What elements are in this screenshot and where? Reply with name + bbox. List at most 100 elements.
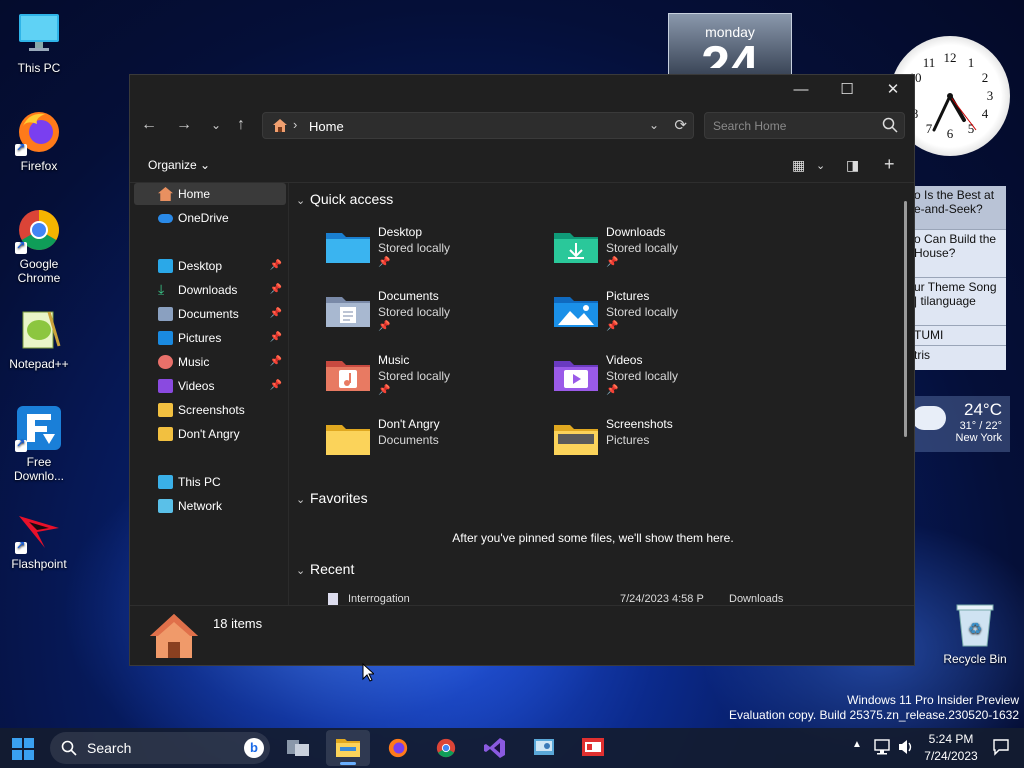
- sidebar-item-music[interactable]: Music 📌: [134, 351, 286, 373]
- sidebar-item-documents[interactable]: Documents 📌: [134, 303, 286, 325]
- breadcrumb-home[interactable]: Home: [309, 119, 344, 134]
- rss-item[interactable]: o Can Build the House?: [908, 230, 1006, 278]
- desktop-icon-this-pc[interactable]: This PC: [4, 10, 74, 75]
- up-button[interactable]: ↑: [228, 113, 254, 137]
- taskbar-task-view[interactable]: [276, 730, 320, 766]
- pane-divider[interactable]: [288, 183, 289, 607]
- taskbar-firefox[interactable]: [376, 730, 420, 766]
- desktop-icon-firefox[interactable]: Firefox: [4, 108, 74, 173]
- svg-text:12: 12: [944, 50, 957, 65]
- tile-name: Videos: [606, 353, 643, 367]
- quick-access-pictures[interactable]: Pictures Stored locally 📌: [518, 287, 738, 339]
- sidebar-item-downloads[interactable]: ⤓ Downloads 📌: [134, 279, 286, 301]
- taskbar-search[interactable]: Search b: [50, 732, 270, 764]
- recent-file-name: Interrogation: [348, 593, 410, 605]
- sidebar-item-label: OneDrive: [178, 211, 229, 225]
- sidebar-item-screenshots[interactable]: Screenshots: [134, 399, 286, 421]
- chevron-down-icon: ⌄: [200, 158, 211, 172]
- desktop-icon-free-download[interactable]: Free Downlo...: [4, 404, 74, 483]
- quick-access-music[interactable]: Music Stored locally 📌: [290, 351, 510, 403]
- quick-access-videos[interactable]: Videos Stored locally 📌: [518, 351, 738, 403]
- view-options-icon[interactable]: ▦: [792, 157, 805, 174]
- address-dropdown-icon[interactable]: ⌄: [649, 118, 659, 132]
- details-pane-icon[interactable]: ◨: [846, 157, 859, 174]
- windows-start-icon[interactable]: [12, 738, 34, 760]
- taskbar-remote-app[interactable]: [571, 730, 615, 766]
- folder-icon: [326, 425, 370, 455]
- new-item-icon[interactable]: +: [884, 154, 895, 175]
- documents-icon: [158, 307, 173, 321]
- recent-header[interactable]: ⌄ Recent: [296, 561, 354, 577]
- network-icon: [158, 499, 173, 513]
- tile-subtitle: Stored locally: [606, 241, 679, 255]
- forward-button[interactable]: →: [171, 113, 197, 137]
- folder-icon: [158, 427, 173, 441]
- desktop-folder-icon: [326, 233, 370, 263]
- vertical-scrollbar[interactable]: [904, 201, 907, 437]
- sidebar-item-this-pc[interactable]: This PC: [134, 471, 286, 493]
- svg-text:2: 2: [982, 70, 989, 85]
- taskbar-control-panel[interactable]: [522, 730, 566, 766]
- weather-gadget[interactable]: 24°C 31° / 22° New York: [910, 396, 1010, 452]
- search-input[interactable]: [713, 119, 873, 133]
- taskbar-visual-studio[interactable]: [473, 730, 517, 766]
- quick-access-desktop[interactable]: Desktop Stored locally 📌: [290, 223, 510, 275]
- sidebar-item-videos[interactable]: Videos 📌: [134, 375, 286, 397]
- rss-feed-gadget[interactable]: o Is the Best at e-and-Seek? o Can Build…: [908, 186, 1006, 370]
- desktop-icon-label: Flashpoint: [11, 557, 67, 571]
- file-icon: [328, 593, 338, 605]
- section-title: Recent: [310, 561, 355, 577]
- sidebar-item-onedrive[interactable]: OneDrive: [134, 207, 286, 229]
- search-icon[interactable]: [882, 117, 898, 133]
- show-hidden-icons-button[interactable]: ▲: [852, 739, 862, 750]
- file-explorer-window[interactable]: — ☐ ✕ ← → ⌄ ↑ › Home ⌄ ⟳ Organize ⌄ ▦ ⌄ …: [129, 74, 915, 666]
- sidebar-item-dont-angry[interactable]: Don't Angry: [134, 423, 286, 445]
- organize-button[interactable]: Organize ⌄: [148, 158, 210, 172]
- close-button[interactable]: ✕: [870, 75, 916, 105]
- minimize-button[interactable]: —: [778, 75, 824, 105]
- recent-locations-button[interactable]: ⌄: [203, 113, 229, 137]
- rss-item[interactable]: ur Theme Song | tilanguage: [908, 278, 1006, 326]
- videos-folder-icon: [554, 361, 598, 391]
- rss-item[interactable]: o Is the Best at e-and-Seek?: [908, 186, 1006, 230]
- sidebar-item-label: Documents: [178, 307, 239, 321]
- quick-access-dont-angry[interactable]: Don't Angry Documents: [290, 415, 510, 467]
- sidebar-item-desktop[interactable]: Desktop 📌: [134, 255, 286, 277]
- taskbar-chrome[interactable]: [424, 730, 468, 766]
- desktop-icon: [158, 259, 173, 273]
- tile-subtitle: Stored locally: [606, 369, 679, 383]
- taskbar-clock[interactable]: 5:24 PM 7/24/2023: [912, 731, 990, 765]
- search-box[interactable]: [704, 112, 905, 139]
- quick-access-downloads[interactable]: Downloads Stored locally 📌: [518, 223, 738, 275]
- sidebar-item-network[interactable]: Network: [134, 495, 286, 517]
- rss-item[interactable]: TUMI: [908, 326, 1006, 346]
- title-bar[interactable]: — ☐ ✕: [130, 75, 914, 107]
- pin-icon: 📌: [378, 257, 391, 268]
- pin-icon: 📌: [269, 260, 282, 271]
- tile-subtitle: Stored locally: [378, 241, 451, 255]
- calendar-gadget[interactable]: monday 24: [668, 13, 792, 75]
- desktop-icon-flashpoint[interactable]: Flashpoint: [4, 506, 74, 571]
- rss-item[interactable]: tris: [908, 346, 1006, 366]
- refresh-icon[interactable]: ⟳: [674, 116, 687, 134]
- tile-name: Screenshots: [606, 417, 673, 431]
- address-bar[interactable]: › Home ⌄ ⟳: [262, 112, 694, 139]
- back-button[interactable]: ←: [136, 113, 162, 137]
- sidebar-item-pictures[interactable]: Pictures 📌: [134, 327, 286, 349]
- desktop-icon-chrome[interactable]: Google Chrome: [4, 206, 74, 285]
- quick-access-screenshots[interactable]: Screenshots Pictures: [518, 415, 738, 467]
- view-dropdown-icon[interactable]: ⌄: [816, 159, 825, 172]
- bing-icon[interactable]: b: [244, 738, 264, 758]
- quick-access-documents[interactable]: Documents Stored locally 📌: [290, 287, 510, 339]
- maximize-button[interactable]: ☐: [824, 75, 870, 105]
- desktop-icon-recycle-bin[interactable]: ♻ Recycle Bin: [940, 602, 1010, 666]
- taskbar-file-explorer[interactable]: [326, 730, 370, 766]
- quick-access-header[interactable]: ⌄ Quick access: [296, 191, 393, 207]
- sidebar-item-home[interactable]: Home: [134, 183, 286, 205]
- control-panel-icon: [534, 739, 554, 755]
- network-icon[interactable]: [874, 738, 892, 759]
- taskbar-search-label: Search: [87, 740, 132, 756]
- favorites-header[interactable]: ⌄ Favorites: [296, 490, 368, 506]
- desktop-icon-notepadpp[interactable]: Notepad++: [4, 306, 74, 371]
- notification-icon[interactable]: [992, 738, 1010, 759]
